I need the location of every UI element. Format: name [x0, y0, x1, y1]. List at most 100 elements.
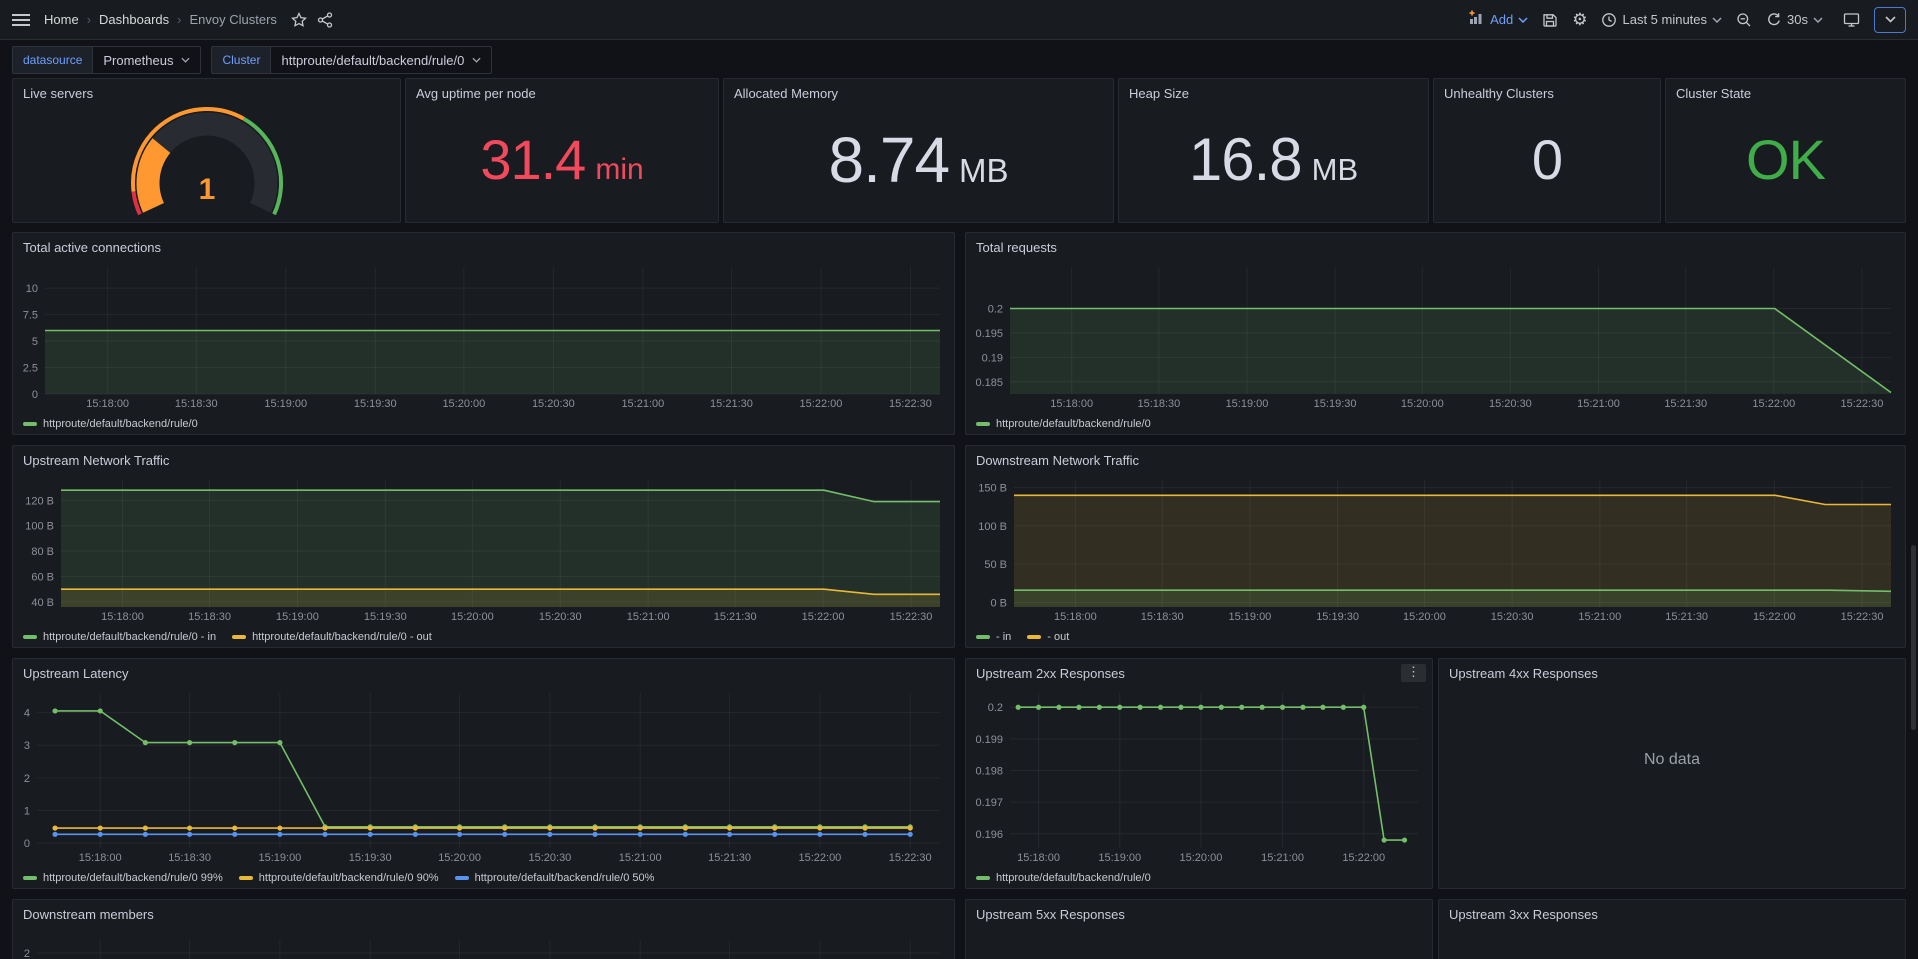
- time-series-chart[interactable]: 0 B50 B100 B150 B15:18:0015:18:3015:19:0…: [968, 474, 1901, 623]
- breadcrumb-separator: ›: [87, 12, 91, 27]
- svg-text:15:20:30: 15:20:30: [539, 611, 582, 623]
- svg-text:15:20:00: 15:20:00: [451, 611, 494, 623]
- legend-item[interactable]: - in: [976, 631, 1011, 643]
- datasource-select[interactable]: Prometheus: [93, 46, 201, 74]
- legend-item[interactable]: httproute/default/backend/rule/0 - in: [23, 631, 216, 643]
- panel-menu-icon[interactable]: ⋮: [1401, 664, 1426, 682]
- panel-title[interactable]: Upstream 3xx Responses: [1439, 900, 1905, 922]
- svg-text:0.2: 0.2: [988, 304, 1003, 316]
- svg-text:15:19:30: 15:19:30: [354, 398, 397, 410]
- legend-item[interactable]: httproute/default/backend/rule/0: [976, 418, 1151, 430]
- legend-series-label: httproute/default/backend/rule/0 99%: [43, 872, 223, 884]
- add-label: Add: [1490, 12, 1513, 27]
- variable-label: datasource: [12, 46, 93, 74]
- panel-title[interactable]: Heap Size: [1119, 79, 1428, 101]
- svg-text:0.199: 0.199: [975, 734, 1003, 746]
- legend-item[interactable]: httproute/default/backend/rule/0 99%: [23, 872, 223, 884]
- share-icon[interactable]: [317, 12, 333, 28]
- panel-title[interactable]: Upstream Network Traffic: [13, 446, 954, 468]
- svg-text:15:21:00: 15:21:00: [1578, 611, 1621, 623]
- stat-value: OK: [1746, 132, 1825, 188]
- panel-title[interactable]: Cluster State: [1666, 79, 1905, 101]
- menu-icon[interactable]: [12, 13, 30, 27]
- svg-text:2: 2: [24, 773, 30, 785]
- time-series-chart[interactable]: 0.1850.190.1950.215:18:0015:18:3015:19:0…: [968, 261, 1901, 410]
- svg-text:15:22:00: 15:22:00: [1752, 398, 1795, 410]
- time-series-chart[interactable]: 40 B60 B80 B100 B120 B15:18:0015:18:3015…: [15, 474, 950, 623]
- grafana-dashboard: Home › Dashboards › Envoy Clusters Add: [0, 0, 1918, 959]
- svg-text:15:22:30: 15:22:30: [889, 398, 932, 410]
- svg-text:15:19:00: 15:19:00: [1228, 611, 1271, 623]
- time-series-chart[interactable]: 2: [15, 928, 950, 959]
- collapse-topbar-button[interactable]: [1874, 7, 1906, 33]
- cluster-select[interactable]: httproute/default/backend/rule/0: [271, 46, 492, 74]
- legend-series-label: httproute/default/backend/rule/0: [996, 872, 1151, 884]
- svg-text:15:19:00: 15:19:00: [1098, 852, 1141, 864]
- time-series-chart[interactable]: 02.557.51015:18:0015:18:3015:19:0015:19:…: [15, 261, 950, 410]
- breadcrumb-dashboards[interactable]: Dashboards: [99, 12, 169, 27]
- legend-item[interactable]: httproute/default/backend/rule/0: [23, 418, 198, 430]
- refresh-picker[interactable]: 30s: [1766, 12, 1823, 28]
- panel-upstream-5xx-responses: Upstream 5xx Responses: [965, 899, 1433, 959]
- legend-series-label: httproute/default/backend/rule/0: [996, 418, 1151, 430]
- panel-title[interactable]: Upstream Latency: [13, 659, 954, 681]
- dashboard-settings-icon[interactable]: ⚙: [1572, 11, 1587, 28]
- zoom-out-time-icon[interactable]: [1736, 12, 1752, 28]
- svg-text:15:20:30: 15:20:30: [532, 398, 575, 410]
- svg-text:15:20:00: 15:20:00: [442, 398, 485, 410]
- svg-text:0: 0: [24, 838, 30, 850]
- svg-text:15:22:30: 15:22:30: [1841, 398, 1884, 410]
- time-series-chart[interactable]: 0123415:18:0015:18:3015:19:0015:19:3015:…: [15, 687, 950, 864]
- legend-item[interactable]: httproute/default/backend/rule/0 90%: [239, 872, 439, 884]
- legend-item[interactable]: - out: [1027, 631, 1069, 643]
- time-range-picker[interactable]: Last 5 minutes: [1601, 12, 1722, 28]
- panel-title[interactable]: Avg uptime per node: [406, 79, 718, 101]
- svg-text:0.195: 0.195: [975, 328, 1003, 340]
- kiosk-mode-icon[interactable]: [1843, 12, 1860, 28]
- panel-title[interactable]: Upstream 4xx Responses: [1439, 659, 1905, 681]
- add-button[interactable]: Add: [1469, 10, 1528, 29]
- svg-text:15:19:00: 15:19:00: [264, 398, 307, 410]
- refresh-icon: [1766, 12, 1782, 28]
- legend-item[interactable]: httproute/default/backend/rule/0: [976, 872, 1151, 884]
- time-series-chart[interactable]: 0.1960.1970.1980.1990.215:18:0015:19:001…: [968, 687, 1428, 864]
- panel-downstream-network-traffic: Downstream Network Traffic 0 B50 B100 B1…: [965, 445, 1906, 648]
- panel-title[interactable]: Upstream 5xx Responses: [966, 900, 1432, 922]
- save-dashboard-icon[interactable]: [1542, 12, 1558, 28]
- svg-text:15:19:30: 15:19:30: [1314, 398, 1357, 410]
- panel-title[interactable]: Upstream 2xx Responses: [966, 659, 1432, 681]
- breadcrumb-current[interactable]: Envoy Clusters: [189, 12, 276, 27]
- gauge: 1: [13, 105, 400, 222]
- svg-text:0: 0: [32, 389, 38, 401]
- breadcrumb-home[interactable]: Home: [44, 12, 79, 27]
- panel-title[interactable]: Live servers: [13, 79, 400, 101]
- panel-upstream-2xx-responses: Upstream 2xx Responses ⋮ 0.1960.1970.198…: [965, 658, 1433, 889]
- svg-text:15:18:00: 15:18:00: [1050, 398, 1093, 410]
- svg-text:0.19: 0.19: [982, 352, 1003, 364]
- panel-title[interactable]: Total active connections: [13, 233, 954, 255]
- legend-series-label: httproute/default/backend/rule/0 90%: [259, 872, 439, 884]
- svg-text:100 B: 100 B: [978, 521, 1007, 533]
- panel-live-servers: Live servers 1: [12, 78, 401, 223]
- panel-title[interactable]: Unhealthy Clusters: [1434, 79, 1660, 101]
- chart-legend: httproute/default/backend/rule/0: [976, 418, 1151, 430]
- svg-text:15:18:30: 15:18:30: [188, 611, 231, 623]
- time-range-label: Last 5 minutes: [1622, 12, 1707, 27]
- legend-item[interactable]: httproute/default/backend/rule/0 50%: [455, 872, 655, 884]
- legend-series-label: - out: [1047, 631, 1069, 643]
- star-icon[interactable]: [291, 12, 307, 28]
- panel-unhealthy-clusters: Unhealthy Clusters 0: [1433, 78, 1661, 223]
- legend-item[interactable]: httproute/default/backend/rule/0 - out: [232, 631, 432, 643]
- panel-title[interactable]: Downstream Network Traffic: [966, 446, 1905, 468]
- panel-title[interactable]: Allocated Memory: [724, 79, 1113, 101]
- legend-series-color: [455, 876, 469, 880]
- svg-text:80 B: 80 B: [31, 546, 54, 558]
- panel-title[interactable]: Downstream members: [13, 900, 954, 922]
- datasource-value: Prometheus: [103, 53, 173, 68]
- svg-text:15:20:30: 15:20:30: [1489, 398, 1532, 410]
- page-scrollbar[interactable]: [1911, 545, 1916, 730]
- panel-title[interactable]: Total requests: [966, 233, 1905, 255]
- svg-text:15:20:00: 15:20:00: [1401, 398, 1444, 410]
- svg-text:15:20:00: 15:20:00: [1403, 611, 1446, 623]
- chart-canvas: 02.557.51015:18:0015:18:3015:19:0015:19:…: [15, 261, 950, 410]
